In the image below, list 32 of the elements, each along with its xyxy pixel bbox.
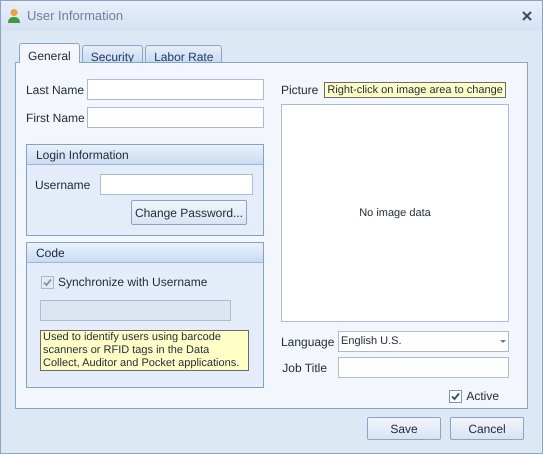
- input-field[interactable]: [100, 174, 254, 195]
- tooltip: Right-click on image area to change: [324, 82, 506, 98]
- change-password-button[interactable]: Change Password...: [130, 200, 247, 225]
- close-icon[interactable]: [522, 11, 532, 21]
- field-label: Picture: [281, 82, 318, 99]
- field-label: Last Name: [26, 82, 84, 98]
- group-header: Login Information: [27, 145, 263, 165]
- input-field[interactable]: [87, 79, 264, 100]
- input-field[interactable]: [87, 107, 264, 128]
- dialog-button[interactable]: Save: [367, 417, 441, 440]
- hint-note: Used to identify users using barcode scanners or RFID tags in the Data Collect, Auditor and Pocket applications.: [40, 330, 249, 371]
- checkbox[interactable]: [449, 390, 462, 402]
- image-area[interactable]: No image data: [281, 104, 509, 322]
- input-field[interactable]: [338, 357, 509, 378]
- dropdown-arrow-icon: [500, 340, 506, 343]
- tab[interactable]: Labor Rate: [145, 45, 222, 63]
- check-icon: [451, 392, 460, 400]
- field-label: Job Title: [281, 360, 328, 376]
- group-header: Code: [27, 243, 263, 263]
- empty-image-text: No image data: [359, 206, 431, 221]
- checkbox-label: Active: [466, 388, 499, 405]
- window-title: User Information: [27, 7, 124, 26]
- user-icon: [7, 8, 21, 24]
- dialog-button[interactable]: Cancel: [450, 417, 524, 440]
- check-icon: [43, 278, 52, 286]
- language-dropdown[interactable]: English U.S.: [338, 331, 509, 352]
- field-label: Language: [281, 334, 336, 350]
- checkbox-label: Synchronize with Username: [58, 274, 208, 291]
- field-label: Username: [35, 176, 90, 194]
- tab[interactable]: General: [19, 43, 80, 63]
- tab[interactable]: Security: [82, 45, 144, 63]
- field-label: First Name: [26, 110, 85, 126]
